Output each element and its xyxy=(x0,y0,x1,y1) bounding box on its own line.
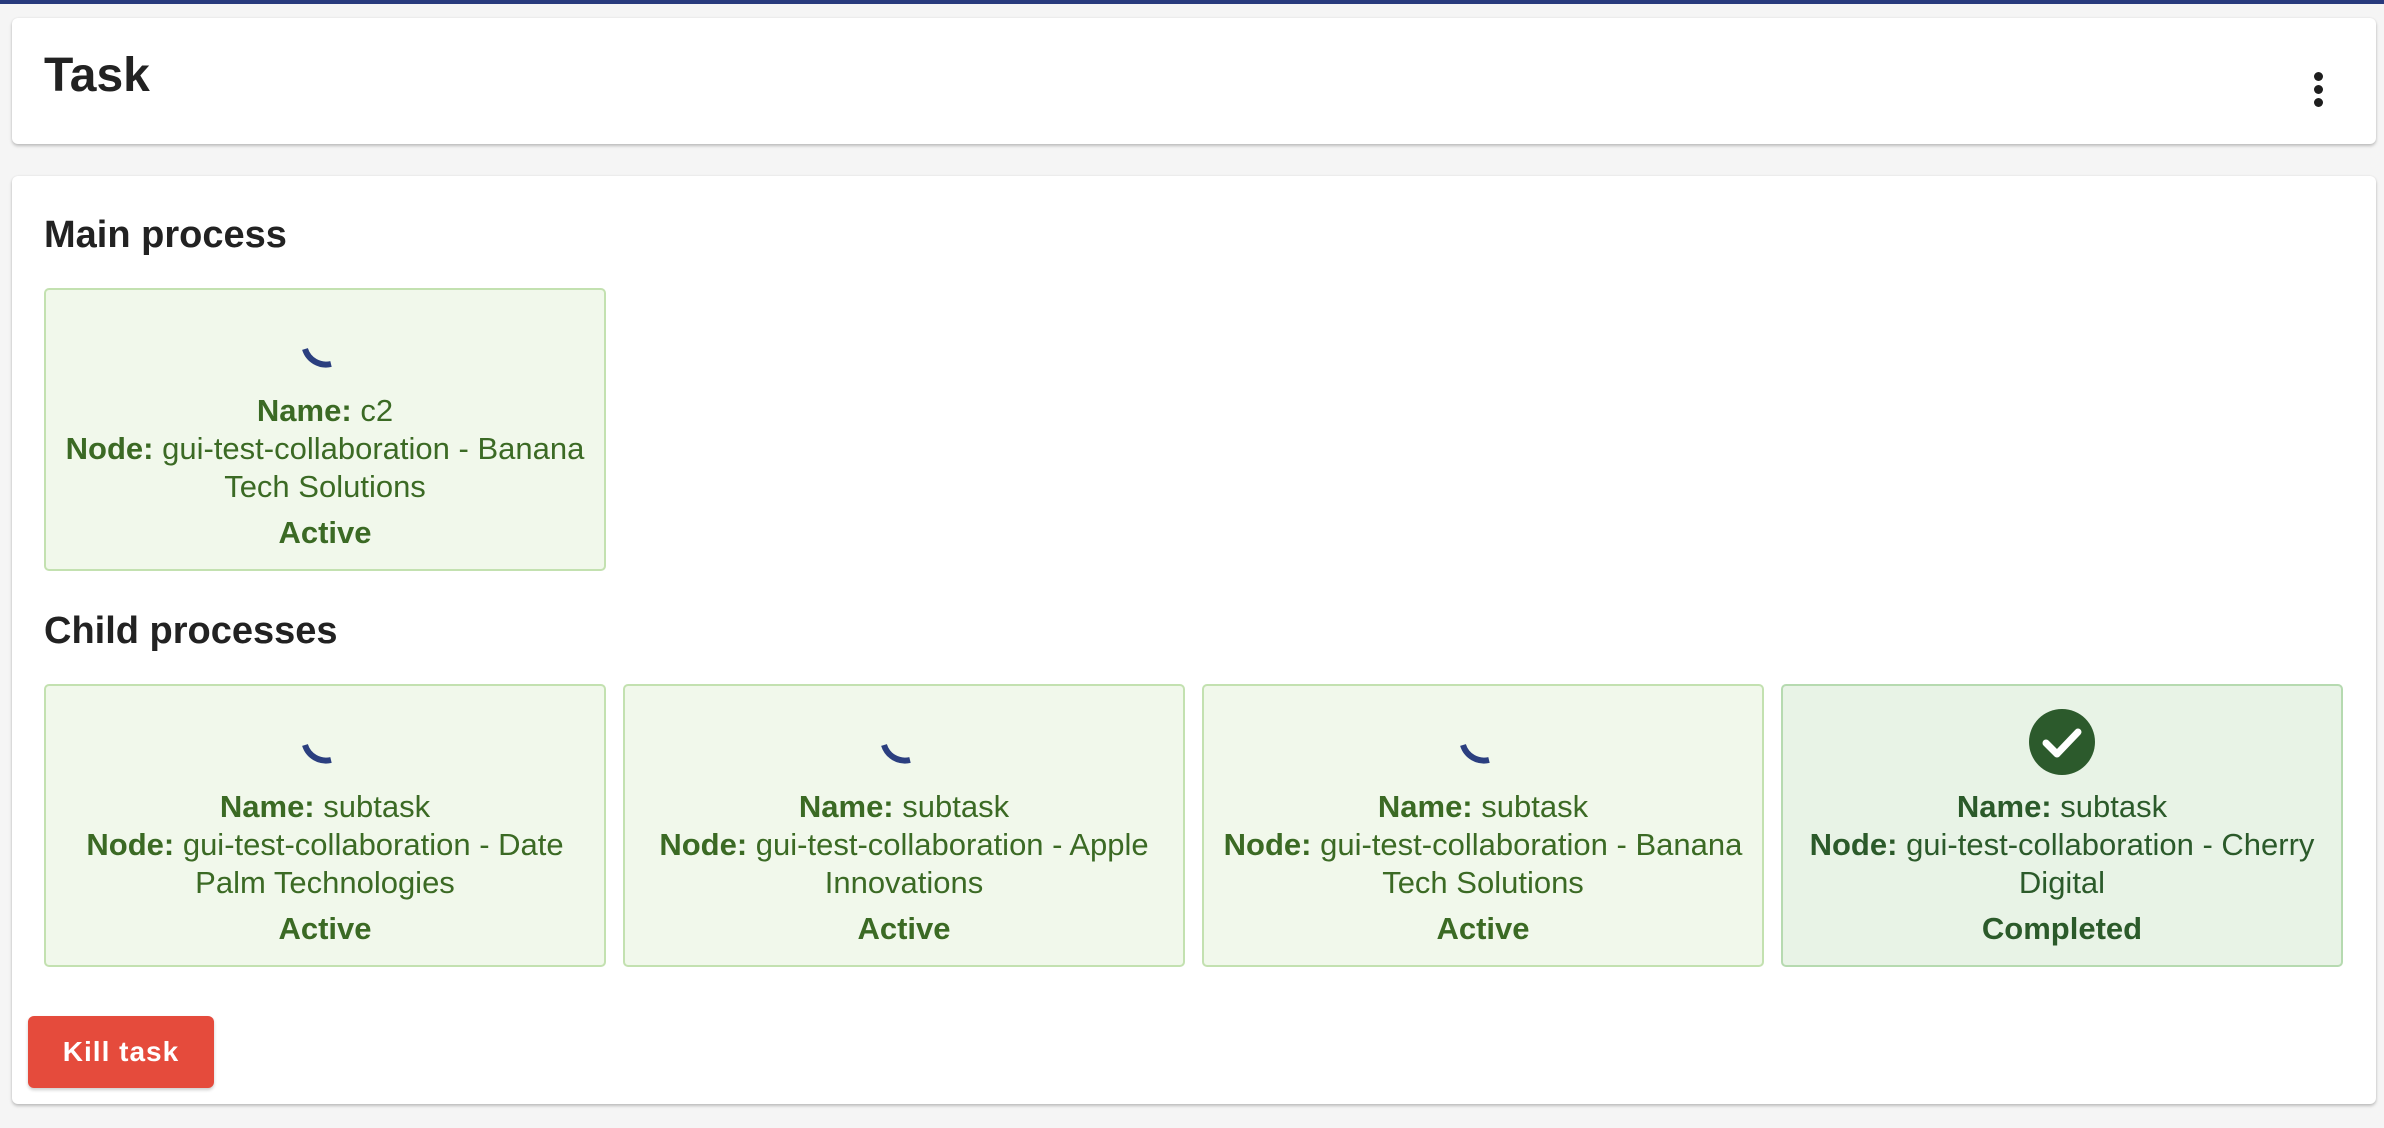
process-node: gui-test-collaboration - Banana Tech Sol… xyxy=(162,431,585,504)
spinner-icon xyxy=(881,743,911,764)
name-label: Name: xyxy=(219,789,315,824)
process-node: gui-test-collaboration - Cherry Digital xyxy=(1906,827,2315,900)
process-name: subtask xyxy=(2060,789,2168,824)
node-label: Node: xyxy=(1223,827,1312,862)
process-status: Completed xyxy=(1981,911,2143,946)
spinner-icon xyxy=(1460,743,1490,764)
spinner-icon xyxy=(302,743,332,764)
node-label: Node: xyxy=(659,827,748,862)
main-process-card: Name: c2 Node: gui-test-collaboration - … xyxy=(44,288,606,571)
child-process-card: Name: subtask Node: gui-test-collaborati… xyxy=(1781,684,2343,967)
process-status: Active xyxy=(278,515,372,550)
task-header: Task xyxy=(12,18,2376,144)
node-label: Node: xyxy=(65,431,154,466)
process-name: subtask xyxy=(323,789,431,824)
child-process-card: Name: subtask Node: gui-test-collaborati… xyxy=(623,684,1185,967)
process-node: gui-test-collaboration - Date Palm Techn… xyxy=(182,827,564,900)
process-status: Active xyxy=(1436,911,1530,946)
spinner-icon xyxy=(302,347,332,368)
task-content: Main process Name: c2 Node: gui-test-col… xyxy=(12,176,2376,1104)
name-label: Name: xyxy=(1377,789,1473,824)
main-process-title: Main process xyxy=(44,214,287,256)
name-label: Name: xyxy=(1956,789,2052,824)
name-label: Name: xyxy=(798,789,894,824)
check-circle-icon xyxy=(2029,709,2095,775)
kill-task-button[interactable]: Kill task xyxy=(28,1016,214,1088)
process-name: subtask xyxy=(902,789,1010,824)
node-label: Node: xyxy=(86,827,175,862)
child-processes-title: Child processes xyxy=(44,610,338,652)
child-process-card: Name: subtask Node: gui-test-collaborati… xyxy=(44,684,606,967)
process-status: Active xyxy=(278,911,372,946)
process-name: subtask xyxy=(1481,789,1589,824)
process-name: c2 xyxy=(360,393,394,428)
child-process-card: Name: subtask Node: gui-test-collaborati… xyxy=(1202,684,1764,967)
node-label: Node: xyxy=(1809,827,1898,862)
process-node: gui-test-collaboration - Apple Innovatio… xyxy=(755,827,1149,900)
name-label: Name: xyxy=(256,393,352,428)
process-status: Active xyxy=(857,911,951,946)
more-vertical-icon[interactable] xyxy=(2300,66,2336,112)
page-title: Task xyxy=(44,49,150,102)
top-accent-bar xyxy=(0,0,2384,4)
process-node: gui-test-collaboration - Banana Tech Sol… xyxy=(1320,827,1743,900)
